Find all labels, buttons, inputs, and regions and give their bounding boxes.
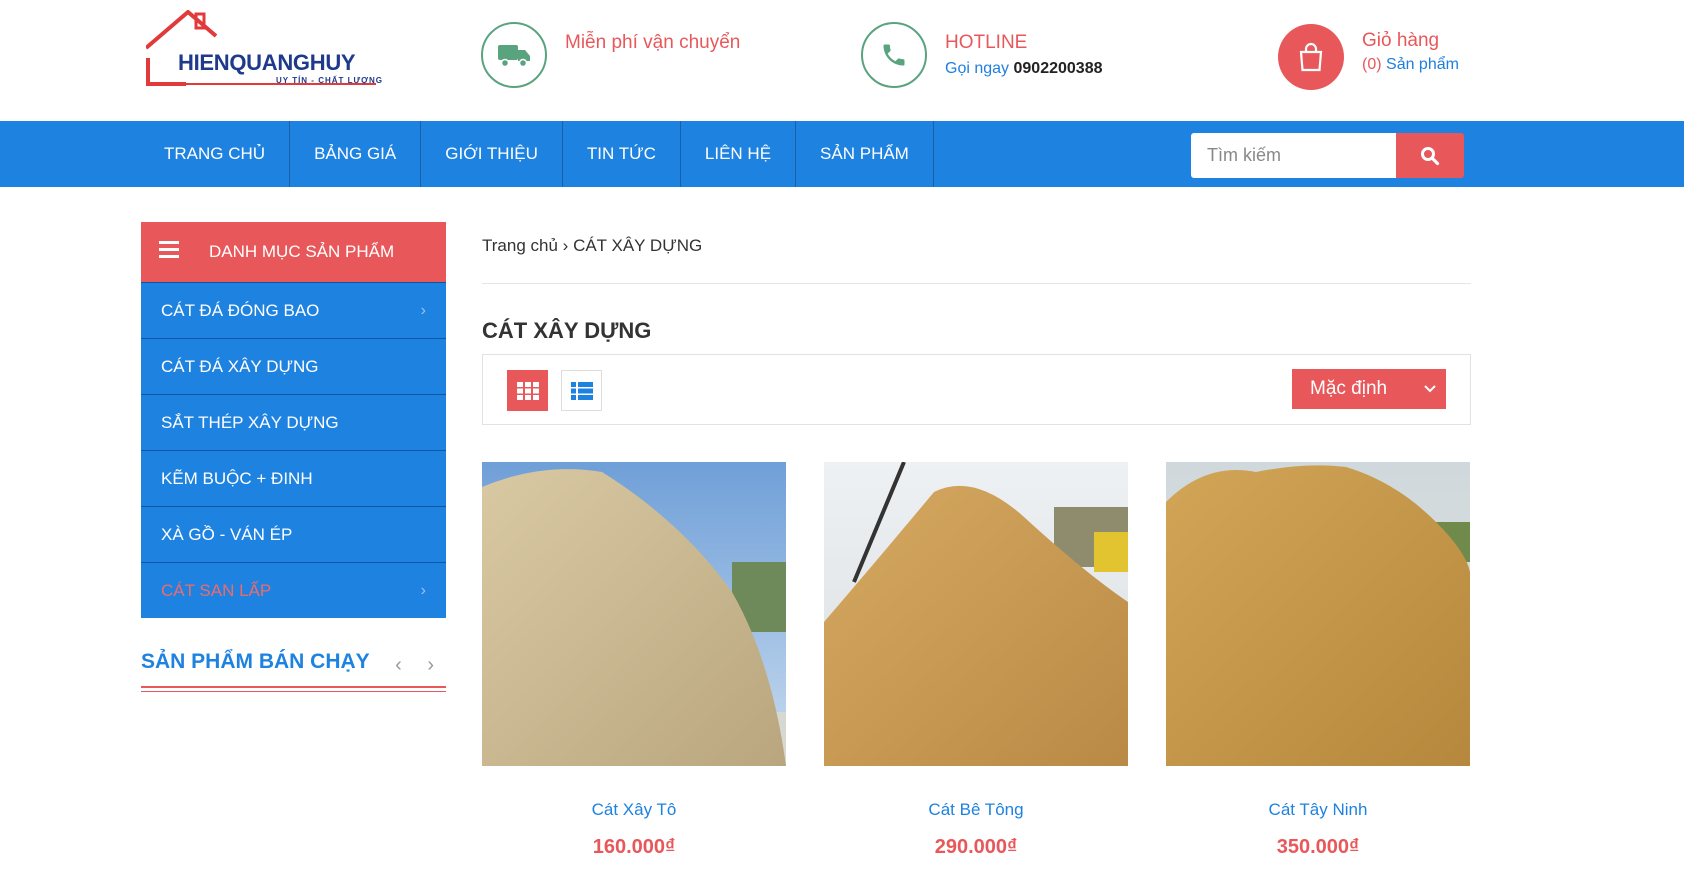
category-item-bagged-sand-stone[interactable]: CÁT ĐÁ ĐÓNG BAO ›: [141, 282, 446, 338]
product-image[interactable]: [824, 462, 1128, 766]
site-header: HIENQUANGHUY UY TÍN - CHẤT LƯỢNG Miễn ph…: [0, 0, 1684, 121]
cart-count: (0): [1362, 56, 1382, 73]
category-title: DANH MỤC SẢN PHẨM: [209, 242, 395, 261]
divider: [141, 691, 446, 692]
list-icon: [570, 381, 593, 400]
search-button[interactable]: [1396, 133, 1464, 178]
free-shipping-block: Miễn phí vận chuyển: [481, 22, 740, 88]
cart-summary[interactable]: (0) Sản phẩm: [1362, 56, 1459, 74]
call-now-label: Gọi ngay: [945, 60, 1010, 77]
breadcrumb: Trang chủ › CÁT XÂY DỰNG: [482, 236, 702, 256]
sort-value: Mặc định: [1310, 378, 1388, 399]
nav-item-products[interactable]: SẢN PHẨM: [796, 121, 934, 187]
category-item-label: SẮT THÉP XÂY DỰNG: [161, 412, 339, 432]
bestseller-nav-arrows[interactable]: ‹ ›: [395, 654, 444, 677]
product-image[interactable]: [482, 462, 786, 766]
page-title: CÁT XÂY DỰNG: [482, 318, 652, 343]
truck-icon: [481, 22, 547, 88]
product-toolbar: Mặc định: [482, 354, 1471, 425]
breadcrumb-current: CÁT XÂY DỰNG: [573, 236, 703, 255]
shopping-bag-icon[interactable]: [1278, 24, 1344, 90]
site-logo[interactable]: HIENQUANGHUY UY TÍN - CHẤT LƯỢNG: [146, 10, 386, 90]
category-item-construction-sand-stone[interactable]: CÁT ĐÁ XÂY DỰNG: [141, 338, 446, 394]
product-price: 290.000₫: [934, 836, 1018, 858]
shipping-text: Miễn phí vận chuyển: [565, 32, 741, 53]
product-image[interactable]: [1166, 462, 1470, 766]
cart-unit: Sản phẩm: [1386, 56, 1459, 73]
category-item-label: XÀ GỒ - VÁN ÉP: [161, 524, 293, 544]
divider: [141, 686, 446, 688]
product-price: 350.000₫: [1276, 836, 1360, 858]
category-item-beams-plywood[interactable]: XÀ GỒ - VÁN ÉP: [141, 506, 446, 562]
bestseller-section: SẢN PHẨM BÁN CHẠY ‹ ›: [141, 650, 446, 692]
sort-select[interactable]: Mặc định: [1292, 369, 1446, 409]
grid-icon: [516, 381, 539, 400]
product-card[interactable]: Cát Tây Ninh 350.000₫: [1166, 462, 1470, 859]
product-card[interactable]: Cát Bê Tông 290.000₫: [824, 462, 1128, 859]
chevron-right-icon: ›: [420, 301, 426, 319]
divider: [482, 283, 1471, 284]
category-item-wire-nails[interactable]: KẼM BUỘC + ĐINH: [141, 450, 446, 506]
category-item-label: CÁT ĐÁ ĐÓNG BAO: [161, 300, 320, 320]
logo-text: HIENQUANGHUY: [178, 50, 356, 75]
nav-item-home[interactable]: TRANG CHỦ: [140, 121, 291, 187]
phone-icon: [861, 22, 927, 88]
nav-item-price-list[interactable]: BẢNG GIÁ: [290, 121, 422, 187]
product-card[interactable]: Cát Xây Tô 160.000₫: [482, 462, 786, 859]
search-box: [1191, 133, 1464, 178]
list-view-button[interactable]: [561, 370, 602, 411]
grid-view-button[interactable]: [507, 370, 548, 411]
breadcrumb-home[interactable]: Trang chủ: [482, 236, 558, 255]
breadcrumb-separator: ›: [562, 236, 569, 255]
category-header[interactable]: DANH MỤC SẢN PHẨM: [141, 222, 446, 282]
category-item-label: CÁT ĐÁ XÂY DỰNG: [161, 356, 319, 376]
nav-item-contact[interactable]: LIÊN HỆ: [681, 121, 797, 187]
nav-item-news[interactable]: TIN TỨC: [563, 121, 681, 187]
hotline-block: HOTLINE Gọi ngay 0902200388: [861, 22, 1102, 88]
main-nav: TRANG CHỦ BẢNG GIÁ GIỚI THIỆU TIN TỨC LI…: [0, 121, 1684, 187]
product-name[interactable]: Cát Tây Ninh: [1166, 800, 1470, 820]
hamburger-menu-icon: [159, 241, 179, 263]
logo-tagline: UY TÍN - CHẤT LƯỢNG: [276, 76, 383, 85]
nav-item-about[interactable]: GIỚI THIỆU: [421, 121, 563, 187]
category-item-label: CÁT SAN LẤP: [161, 580, 272, 600]
cart-block[interactable]: Giỏ hàng (0) Sản phẩm: [1278, 24, 1459, 90]
search-input[interactable]: [1191, 133, 1396, 178]
category-item-construction-steel[interactable]: SẮT THÉP XÂY DỰNG: [141, 394, 446, 450]
category-item-label: KẼM BUỘC + ĐINH: [161, 468, 313, 488]
category-item-fill-sand[interactable]: CÁT SAN LẤP ›: [141, 562, 446, 618]
product-name[interactable]: Cát Xây Tô: [482, 800, 786, 820]
product-price: 160.000₫: [592, 836, 676, 858]
hotline-line[interactable]: Gọi ngay 0902200388: [945, 60, 1102, 78]
category-sidebar: DANH MỤC SẢN PHẨM CÁT ĐÁ ĐÓNG BAO › CÁT …: [141, 222, 446, 618]
hotline-label: HOTLINE: [945, 32, 1028, 53]
search-icon: [1421, 146, 1440, 165]
product-name[interactable]: Cát Bê Tông: [824, 800, 1128, 820]
hotline-number[interactable]: 0902200388: [1014, 60, 1103, 77]
nav-menu: TRANG CHỦ BẢNG GIÁ GIỚI THIỆU TIN TỨC LI…: [140, 121, 934, 187]
chevron-down-icon: [1424, 385, 1436, 393]
chevron-right-icon: ›: [420, 581, 426, 599]
product-grid: Cát Xây Tô 160.000₫ Cát Bê Tông 290.000₫: [482, 462, 1471, 869]
cart-label[interactable]: Giỏ hàng: [1362, 30, 1459, 52]
